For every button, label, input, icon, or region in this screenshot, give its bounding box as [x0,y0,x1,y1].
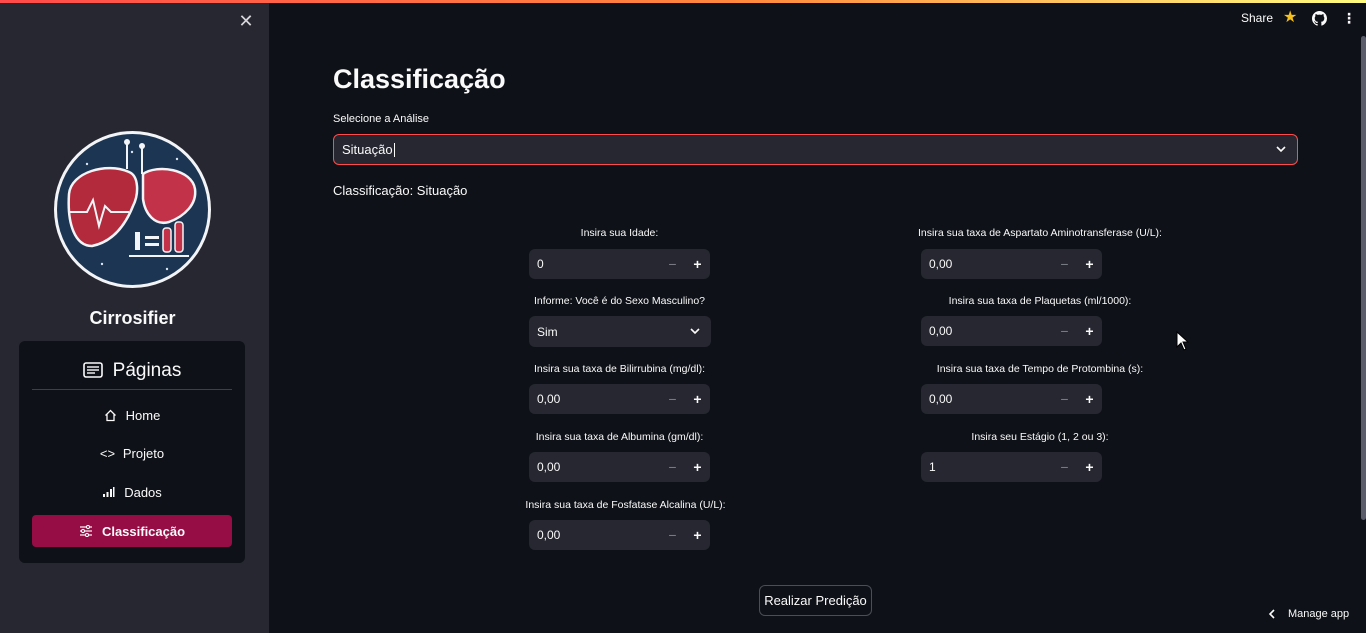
chevron-down-icon [690,328,700,335]
alkaline-phosphatase-input[interactable]: 0,00 − + [529,520,710,550]
nav-item-home[interactable]: Home [32,399,232,431]
increment-button[interactable]: + [1077,249,1102,279]
increment-button[interactable]: + [1077,384,1102,414]
age-input[interactable]: 0 − + [529,249,710,279]
decrement-button[interactable]: − [660,249,685,279]
close-sidebar-icon[interactable]: ✕ [237,12,255,30]
alkaline-phosphatase-label: Insira sua taxa de Fosfatase Alcalina (U… [525,499,726,511]
chevron-left-icon [1268,609,1275,619]
increment-button[interactable]: + [1077,452,1102,482]
stage-value[interactable]: 1 [921,460,1052,474]
decrement-button[interactable]: − [660,520,685,550]
chevron-down-icon [1276,146,1286,153]
albumin-input[interactable]: 0,00 − + [529,452,710,482]
prothrombin-value[interactable]: 0,00 [921,392,1052,406]
platelets-input[interactable]: 0,00 − + [921,316,1102,346]
nav-item-label: Projeto [122,445,165,461]
nav-item-label: Classificação [101,523,186,539]
nav-item-dados[interactable]: Dados [32,476,232,508]
sex-label: Informe: Você é do Sexo Masculino? [533,295,705,307]
code-icon: <> [99,445,116,461]
ast-input[interactable]: 0,00 − + [921,249,1102,279]
platelets-label: Insira sua taxa de Plaquetas (ml/1000): [948,295,1132,307]
classification-subtitle: Classificação: Situação [333,183,468,198]
analysis-select-label: Selecione a Análise [333,113,430,125]
alkaline-phosphatase-value[interactable]: 0,00 [529,528,660,542]
decrement-button[interactable]: − [660,452,685,482]
nav-header: Páginas [32,353,232,390]
github-icon[interactable] [1312,11,1327,26]
platelets-value[interactable]: 0,00 [921,324,1052,338]
bilirubin-label: Insira sua taxa de Bilirrubina (mg/dl): [534,363,705,375]
newspaper-icon [82,362,103,378]
increment-button[interactable]: + [1077,316,1102,346]
albumin-value[interactable]: 0,00 [529,460,660,474]
sex-select[interactable]: Sim [529,316,711,347]
ast-label: Insira sua taxa de Aspartato Aminotransf… [918,227,1162,239]
increment-button[interactable]: + [685,452,710,482]
albumin-label: Insira sua taxa de Albumina (gm/dl): [535,431,704,443]
bilirubin-value[interactable]: 0,00 [529,392,660,406]
prothrombin-input[interactable]: 0,00 − + [921,384,1102,414]
increment-button[interactable]: + [685,384,710,414]
nav-item-label: Home [125,407,161,423]
top-accent-bar [0,0,1366,3]
sex-select-value: Sim [537,324,558,339]
nav-title: Páginas [112,360,182,381]
increment-button[interactable]: + [685,520,710,550]
age-label: Insira sua Idade: [580,227,659,239]
analysis-select-value: Situação [342,142,393,157]
decrement-button[interactable]: − [660,384,685,414]
decrement-button[interactable]: − [1052,384,1077,414]
nav-item-projeto[interactable]: <> Projeto [32,437,232,469]
increment-button[interactable]: + [685,249,710,279]
ast-value[interactable]: 0,00 [921,257,1052,271]
stage-input[interactable]: 1 − + [921,452,1102,482]
manage-app-button[interactable]: Manage app [1268,608,1349,620]
stage-label: Insira seu Estágio (1, 2 ou 3): [971,431,1109,443]
predict-button[interactable]: Realizar Predição [759,585,872,616]
manage-app-label: Manage app [1288,608,1350,620]
home-icon [104,409,116,421]
scrollbar[interactable] [1361,36,1366,520]
bilirubin-input[interactable]: 0,00 − + [529,384,710,414]
app-name: Cirrosifier [89,308,176,328]
star-icon[interactable]: ★ [1283,10,1299,26]
share-button[interactable]: Share [1241,11,1273,25]
nav-item-label: Dados [124,484,162,500]
bar-chart-icon [103,487,115,497]
text-caret [393,142,395,157]
mouse-cursor-icon [1176,331,1190,351]
nav-item-classificacao[interactable]: Classificação [32,515,232,547]
navigation-menu: Páginas Home <> Projeto Dados Classifica… [19,341,245,563]
decrement-button[interactable]: − [1052,452,1077,482]
age-value[interactable]: 0 [529,257,660,271]
app-logo [54,131,211,288]
decrement-button[interactable]: − [1052,249,1077,279]
sliders-icon [79,525,92,537]
kebab-menu-icon[interactable]: ⋮ [1342,10,1356,26]
prothrombin-label: Insira sua taxa de Tempo de Protombina (… [936,363,1144,375]
analysis-select[interactable]: Situação [333,134,1298,165]
decrement-button[interactable]: − [1052,316,1077,346]
sidebar: ✕ Cirrosifier Páginas Home <> Projeto Da… [0,0,269,633]
page-title: Classificação [333,64,506,94]
